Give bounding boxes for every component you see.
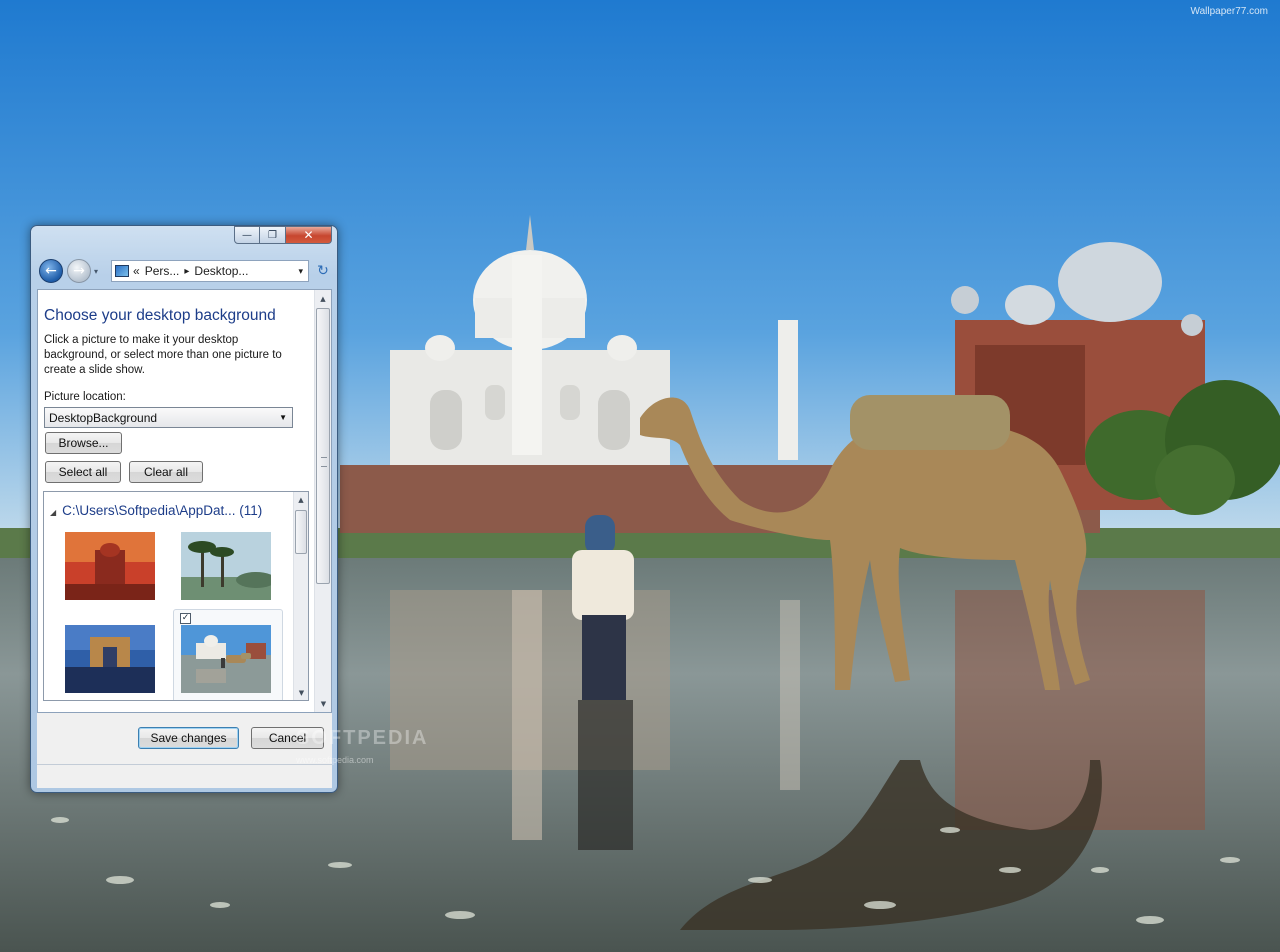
picture-location-label: Picture location: xyxy=(44,391,126,403)
grip-icon xyxy=(321,457,327,467)
navigation-buttons: ← → ▾ xyxy=(39,259,98,283)
scroll-up-icon[interactable]: ▲ xyxy=(294,492,308,507)
maximize-button[interactable]: ❐ xyxy=(260,226,286,244)
panel-scroll-down-icon[interactable]: ▼ xyxy=(315,695,332,712)
chevron-down-icon: ▼ xyxy=(279,413,287,422)
breadcrumb-separator-icon[interactable]: ▸ xyxy=(184,266,189,277)
browse-button[interactable]: Browse... xyxy=(45,432,122,454)
picture-group-count: (11) xyxy=(239,503,263,518)
close-button[interactable]: ✕ xyxy=(286,226,332,244)
address-dropdown-icon[interactable]: ▾ xyxy=(298,266,303,277)
scroll-thumb[interactable] xyxy=(295,510,307,554)
maximize-icon: ❐ xyxy=(268,229,277,241)
thumbnail-red-palace[interactable] xyxy=(65,532,155,600)
desktop-background-window: — ❐ ✕ ← → ▾ « Pers... ▸ Desktop... ▾ ↻ C… xyxy=(30,225,338,793)
panel-scroll-thumb[interactable] xyxy=(316,308,330,584)
computer-icon xyxy=(115,265,129,277)
page-title: Choose your desktop background xyxy=(44,307,276,324)
address-bar[interactable]: « Pers... ▸ Desktop... ▾ xyxy=(111,260,309,282)
thumbnail-gateway-night[interactable] xyxy=(65,625,155,693)
picture-group-path: C:\Users\Softpedia\AppDat... xyxy=(62,503,236,518)
collapse-triangle-icon[interactable]: ◢ xyxy=(50,508,56,517)
clear-all-button[interactable]: Clear all xyxy=(129,461,203,483)
refresh-button[interactable]: ↻ xyxy=(313,261,333,281)
select-all-button[interactable]: Select all xyxy=(45,461,121,483)
refresh-icon: ↻ xyxy=(317,263,329,279)
caption-buttons: — ❐ ✕ xyxy=(234,226,332,244)
thumbnail-taj-camel[interactable] xyxy=(181,625,271,693)
breadcrumb-personalization[interactable]: Pers... xyxy=(145,264,180,278)
minimize-button[interactable]: — xyxy=(234,226,260,244)
softpedia-url-watermark: www.softpedia.com xyxy=(296,755,374,765)
panel-scroll-up-icon[interactable]: ▲ xyxy=(315,290,331,307)
status-bar xyxy=(37,764,332,788)
dialog-footer: Save changes Cancel xyxy=(37,713,332,764)
back-arrow-icon: ← xyxy=(45,263,57,279)
scroll-down-icon[interactable]: ▼ xyxy=(294,685,308,700)
breadcrumb-desktop-background[interactable]: Desktop... xyxy=(194,264,248,278)
thumbnail-checkbox[interactable]: ✓ xyxy=(180,613,191,624)
content-panel: Choose your desktop background Click a p… xyxy=(37,289,332,713)
back-button[interactable]: ← xyxy=(39,259,63,283)
panel-scrollbar[interactable]: ▲ ▼ xyxy=(314,290,331,712)
picture-group-header[interactable]: ◢ C:\Users\Softpedia\AppDat... (11) xyxy=(50,503,262,518)
picture-list: ◢ C:\Users\Softpedia\AppDat... (11) ✓ ▲ … xyxy=(43,491,309,701)
softpedia-watermark: SOFTPEDIA xyxy=(296,727,429,749)
forward-arrow-icon: → xyxy=(73,263,85,279)
minimize-icon: — xyxy=(242,229,252,241)
picture-location-select[interactable]: DesktopBackground ▼ xyxy=(44,407,293,428)
recent-pages-dropdown[interactable]: ▾ xyxy=(94,267,98,276)
close-icon: ✕ xyxy=(303,228,314,242)
thumbnail-palm-beach[interactable] xyxy=(181,532,271,600)
picture-location-value: DesktopBackground xyxy=(49,410,158,425)
save-changes-button[interactable]: Save changes xyxy=(138,727,239,749)
wallpaper-watermark: Wallpaper77.com xyxy=(1190,6,1268,17)
forward-button[interactable]: → xyxy=(67,259,91,283)
breadcrumb-overflow[interactable]: « xyxy=(133,264,140,278)
picture-list-scrollbar[interactable]: ▲ ▼ xyxy=(293,492,308,700)
page-description: Click a picture to make it your desktop … xyxy=(44,334,282,376)
